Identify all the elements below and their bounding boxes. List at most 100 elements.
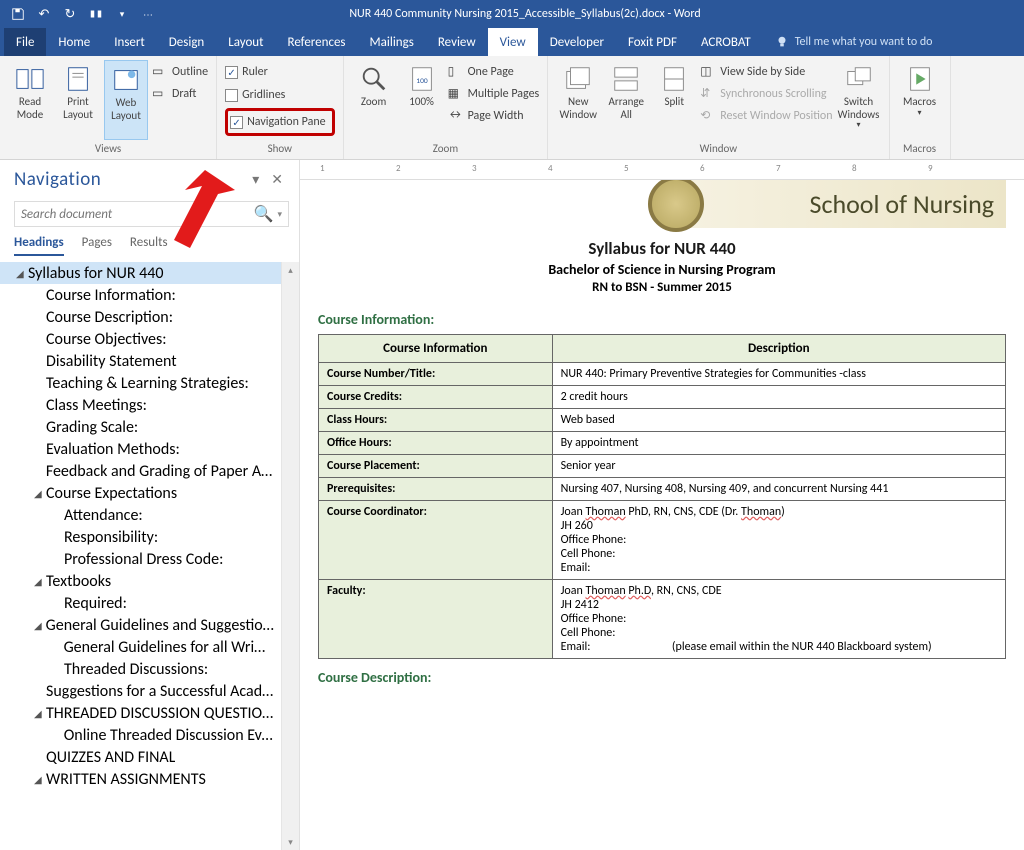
tab-references[interactable]: References: [276, 28, 358, 56]
navigation-pane-title: Navigation: [14, 168, 246, 191]
tab-insert[interactable]: Insert: [102, 28, 157, 56]
reset-window-position-button[interactable]: ⟲Reset Window Position: [700, 106, 832, 126]
view-side-by-side-button[interactable]: ◫View Side by Side: [700, 62, 832, 82]
nav-tree-item[interactable]: ◢WRITTEN ASSIGNMENTS: [0, 768, 281, 790]
navigation-tree[interactable]: ◢Syllabus for NUR 440Course Information:…: [0, 262, 281, 850]
course-info-table: Course Information Description Course Nu…: [318, 334, 1006, 659]
customize-qat-icon[interactable]: ▾: [112, 4, 132, 24]
tab-file[interactable]: File: [4, 28, 46, 56]
nav-tree-item[interactable]: Threaded Discussions:: [0, 658, 281, 680]
nav-tree-item-label: Required:: [64, 594, 127, 613]
table-cell-key: Course Number/Title:: [319, 363, 553, 386]
nav-tree-item[interactable]: Required:: [0, 592, 281, 614]
nav-tree-item[interactable]: Responsibility:: [0, 526, 281, 548]
web-layout-button[interactable]: Web Layout: [104, 60, 148, 140]
redo-icon[interactable]: ↻: [60, 4, 80, 24]
nav-tree-item[interactable]: Grading Scale:: [0, 416, 281, 438]
search-icon[interactable]: 🔍: [254, 204, 274, 224]
nav-tree-item[interactable]: Evaluation Methods:: [0, 438, 281, 460]
zoom-100-button[interactable]: 100 100%: [400, 60, 444, 140]
nav-tree-item[interactable]: Online Threaded Discussion Eva…: [0, 724, 281, 746]
page-width-icon: ↔: [448, 108, 464, 124]
navigation-scrollbar[interactable]: ▴ ▾: [281, 262, 299, 850]
tree-caret-icon: ◢: [16, 267, 28, 280]
tab-design[interactable]: Design: [157, 28, 216, 56]
synchronous-scrolling-button[interactable]: ⇵Synchronous Scrolling: [700, 84, 832, 104]
page-width-button[interactable]: ↔Page Width: [448, 106, 540, 126]
nav-tree-item-label: Feedback and Grading of Paper As…: [46, 462, 275, 481]
table-cell-key: Course Coordinator:: [319, 501, 553, 580]
draft-view-button[interactable]: ▭Draft: [152, 84, 208, 104]
document-page[interactable]: School of Nursing Syllabus for NUR 440 B…: [300, 180, 1024, 712]
nav-tree-item-label: WRITTEN ASSIGNMENTS: [46, 770, 206, 789]
save-icon[interactable]: [8, 4, 28, 24]
nav-tree-item[interactable]: General Guidelines for all Writte…: [0, 636, 281, 658]
multiple-pages-button[interactable]: ▦Multiple Pages: [448, 84, 540, 104]
table-cell-value: Web based: [552, 409, 1005, 432]
nav-tree-item[interactable]: Course Objectives:: [0, 328, 281, 350]
nav-tree-item[interactable]: ◢Textbooks: [0, 570, 281, 592]
nav-tree-item-label: Attendance:: [64, 506, 143, 525]
tab-view[interactable]: View: [488, 28, 538, 56]
scroll-down-icon[interactable]: ▾: [288, 834, 293, 850]
outline-view-button[interactable]: ▭Outline: [152, 62, 208, 82]
tab-mailings[interactable]: Mailings: [358, 28, 426, 56]
touch-mode-icon[interactable]: [86, 4, 106, 24]
nav-tree-item[interactable]: Class Meetings:: [0, 394, 281, 416]
nav-tree-item-label: THREADED DISCUSSION QUESTIO…: [46, 704, 273, 723]
qat-more-icon[interactable]: ⋯: [138, 4, 158, 24]
one-page-icon: ▯: [448, 64, 464, 80]
horizontal-ruler[interactable]: 123456789: [300, 160, 1024, 180]
document-scroll[interactable]: School of Nursing Syllabus for NUR 440 B…: [300, 180, 1024, 850]
navigation-pane-checkbox[interactable]: ✓Navigation Pane: [230, 112, 326, 132]
scroll-up-icon[interactable]: ▴: [288, 262, 293, 278]
navigation-search[interactable]: 🔍 ▾: [14, 201, 289, 227]
tab-review[interactable]: Review: [426, 28, 488, 56]
ribbon-tabs: File Home Insert Design Layout Reference…: [0, 28, 1024, 56]
nav-tree-item[interactable]: ◢THREADED DISCUSSION QUESTIO…: [0, 702, 281, 724]
search-dropdown-icon[interactable]: ▾: [273, 209, 282, 220]
nav-tree-item-label: Class Meetings:: [46, 396, 147, 415]
nav-tree-item[interactable]: ◢General Guidelines and Suggestion…: [0, 614, 281, 636]
ruler-checkbox[interactable]: ✓Ruler: [225, 62, 335, 82]
switch-windows-button[interactable]: Switch Windows▾: [837, 60, 881, 140]
arrange-all-button[interactable]: Arrange All: [604, 60, 648, 140]
nav-tree-item[interactable]: Feedback and Grading of Paper As…: [0, 460, 281, 482]
tell-me-search[interactable]: Tell me what you want to do: [775, 28, 933, 56]
nav-tree-item[interactable]: Course Information:: [0, 284, 281, 306]
group-macros: Macros▾ Macros: [890, 56, 951, 159]
nav-tab-pages[interactable]: Pages: [82, 235, 112, 256]
navigation-search-input[interactable]: [21, 207, 254, 222]
table-row: Prerequisites:Nursing 407, Nursing 408, …: [319, 478, 1006, 501]
nav-tree-item-label: General Guidelines for all Writte…: [64, 638, 275, 657]
print-layout-button[interactable]: Print Layout: [56, 60, 100, 140]
navigation-pane-close-button[interactable]: ✕: [265, 171, 289, 188]
nav-tree-item[interactable]: Suggestions for a Successful Acad…: [0, 680, 281, 702]
nav-tree-item[interactable]: Disability Statement: [0, 350, 281, 372]
nav-tree-item[interactable]: QUIZZES AND FINAL: [0, 746, 281, 768]
nav-tab-results[interactable]: Results: [130, 235, 168, 256]
tab-acrobat[interactable]: ACROBAT: [689, 28, 763, 56]
read-mode-button[interactable]: Read Mode: [8, 60, 52, 140]
nav-tree-item[interactable]: Course Description:: [0, 306, 281, 328]
tab-developer[interactable]: Developer: [538, 28, 616, 56]
tab-home[interactable]: Home: [46, 28, 102, 56]
tab-layout[interactable]: Layout: [216, 28, 275, 56]
nav-tree-item[interactable]: ◢Syllabus for NUR 440: [0, 262, 281, 284]
undo-icon[interactable]: ↶: [34, 4, 54, 24]
one-page-button[interactable]: ▯One Page: [448, 62, 540, 82]
nav-tree-item[interactable]: Attendance:: [0, 504, 281, 526]
macros-button[interactable]: Macros▾: [898, 60, 942, 140]
split-button[interactable]: Split: [652, 60, 696, 140]
navigation-pane-options-button[interactable]: ▾: [246, 171, 265, 188]
table-row: Course Coordinator:Joan Thoman PhD, RN, …: [319, 501, 1006, 580]
nav-tab-headings[interactable]: Headings: [14, 235, 64, 256]
gridlines-checkbox[interactable]: Gridlines: [225, 85, 335, 105]
zoom-button[interactable]: Zoom: [352, 60, 396, 140]
new-window-button[interactable]: New Window: [556, 60, 600, 140]
nav-tree-item[interactable]: ◢Course Expectations: [0, 482, 281, 504]
nav-tree-item[interactable]: Professional Dress Code:: [0, 548, 281, 570]
tab-foxit-pdf[interactable]: Foxit PDF: [616, 28, 689, 56]
nav-tree-item[interactable]: Teaching & Learning Strategies:: [0, 372, 281, 394]
group-zoom: Zoom 100 100% ▯One Page ▦Multiple Pages …: [344, 56, 549, 159]
